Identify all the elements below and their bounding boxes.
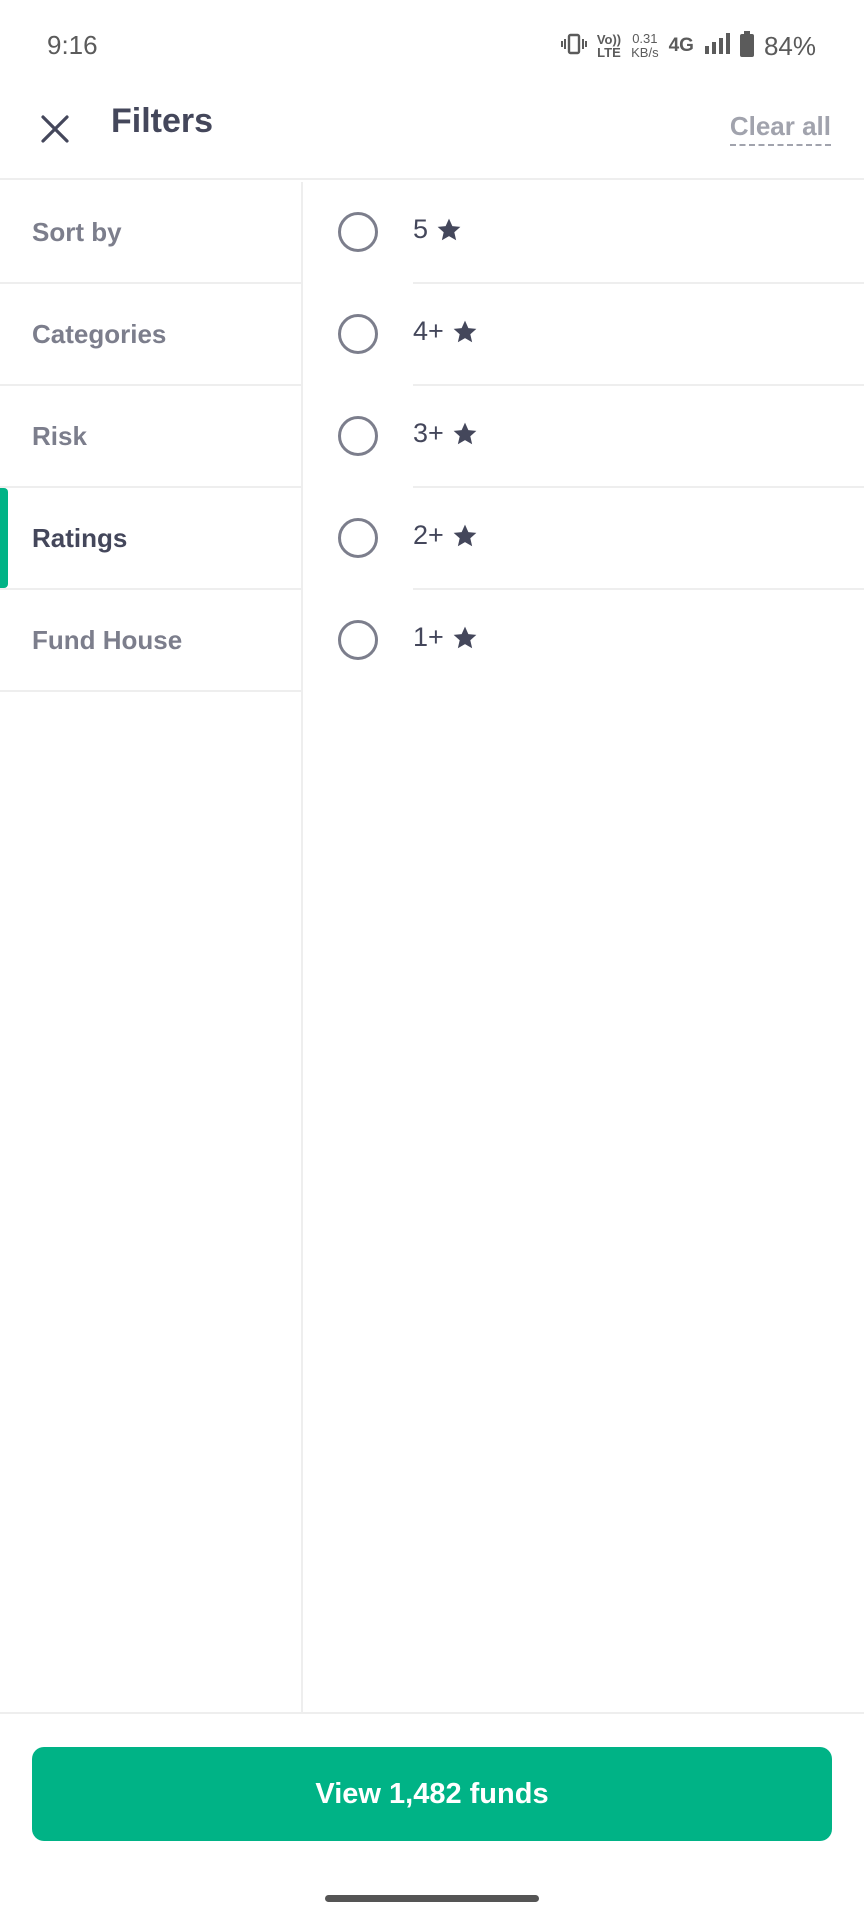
battery-icon: [739, 30, 754, 62]
rating-value: 2+: [413, 520, 444, 550]
option-label: 1+: [413, 622, 478, 653]
home-indicator[interactable]: [325, 1895, 539, 1902]
option-label: 5: [413, 214, 462, 245]
rating-value: 4+: [413, 316, 444, 346]
radio-button[interactable]: [338, 620, 378, 660]
vibrate-icon: [560, 33, 587, 60]
filter-category-menu: Sort by Categories Risk Ratings Fund Hou…: [0, 182, 303, 1712]
volte-indicator: Vo)) LTE: [597, 33, 621, 59]
battery-percent: 84%: [763, 30, 816, 61]
close-button[interactable]: [30, 106, 80, 156]
star-icon: [453, 320, 477, 342]
network-type: 4G: [668, 35, 694, 56]
rating-value: 1+: [413, 622, 444, 652]
status-bar: 9:16 Vo)) LTE 0.31 KB/s 4G 84%: [0, 0, 864, 92]
rating-option-1-plus[interactable]: 1+: [305, 590, 864, 692]
signal-icon: [704, 32, 730, 61]
menu-item-categories[interactable]: Categories: [0, 284, 301, 386]
option-label: 3+: [413, 418, 478, 449]
star-icon: [437, 218, 461, 240]
status-time: 9:16: [47, 30, 98, 60]
ratings-options: 5 4+ 3+ 2+ 1+: [305, 182, 864, 692]
clear-all-button[interactable]: Clear all: [729, 111, 831, 146]
radio-button[interactable]: [338, 212, 378, 252]
volte-bottom: LTE: [597, 45, 621, 60]
star-icon: [453, 422, 477, 444]
menu-item-ratings[interactable]: Ratings: [0, 488, 301, 590]
menu-item-fund-house[interactable]: Fund House: [0, 590, 301, 692]
close-icon: [40, 114, 70, 149]
star-icon: [453, 626, 477, 648]
rating-option-4-plus[interactable]: 4+: [305, 284, 864, 386]
speed-unit: KB/s: [631, 45, 659, 60]
menu-item-risk[interactable]: Risk: [0, 386, 301, 488]
radio-button[interactable]: [338, 416, 378, 456]
rating-value: 5: [413, 214, 429, 244]
header: Filters Clear all: [0, 92, 864, 180]
rating-value: 3+: [413, 418, 444, 448]
radio-button[interactable]: [338, 518, 378, 558]
filters-screen: 9:16 Vo)) LTE 0.31 KB/s 4G 84% Filters C…: [0, 0, 864, 1920]
rating-option-2-plus[interactable]: 2+: [305, 488, 864, 590]
option-label: 2+: [413, 520, 478, 551]
status-icons: Vo)) LTE 0.31 KB/s 4G 84%: [560, 28, 816, 64]
page-title: Filters: [111, 102, 214, 140]
rating-option-5[interactable]: 5: [305, 182, 864, 284]
radio-button[interactable]: [338, 314, 378, 354]
rating-option-3-plus[interactable]: 3+: [305, 386, 864, 488]
footer: View 1,482 funds: [0, 1712, 864, 1920]
option-label: 4+: [413, 316, 478, 347]
menu-item-sort-by[interactable]: Sort by: [0, 182, 301, 284]
star-icon: [453, 524, 477, 546]
view-funds-button[interactable]: View 1,482 funds: [32, 1747, 832, 1841]
speed-value: 0.31: [632, 31, 658, 46]
network-speed: 0.31 KB/s: [631, 32, 658, 60]
